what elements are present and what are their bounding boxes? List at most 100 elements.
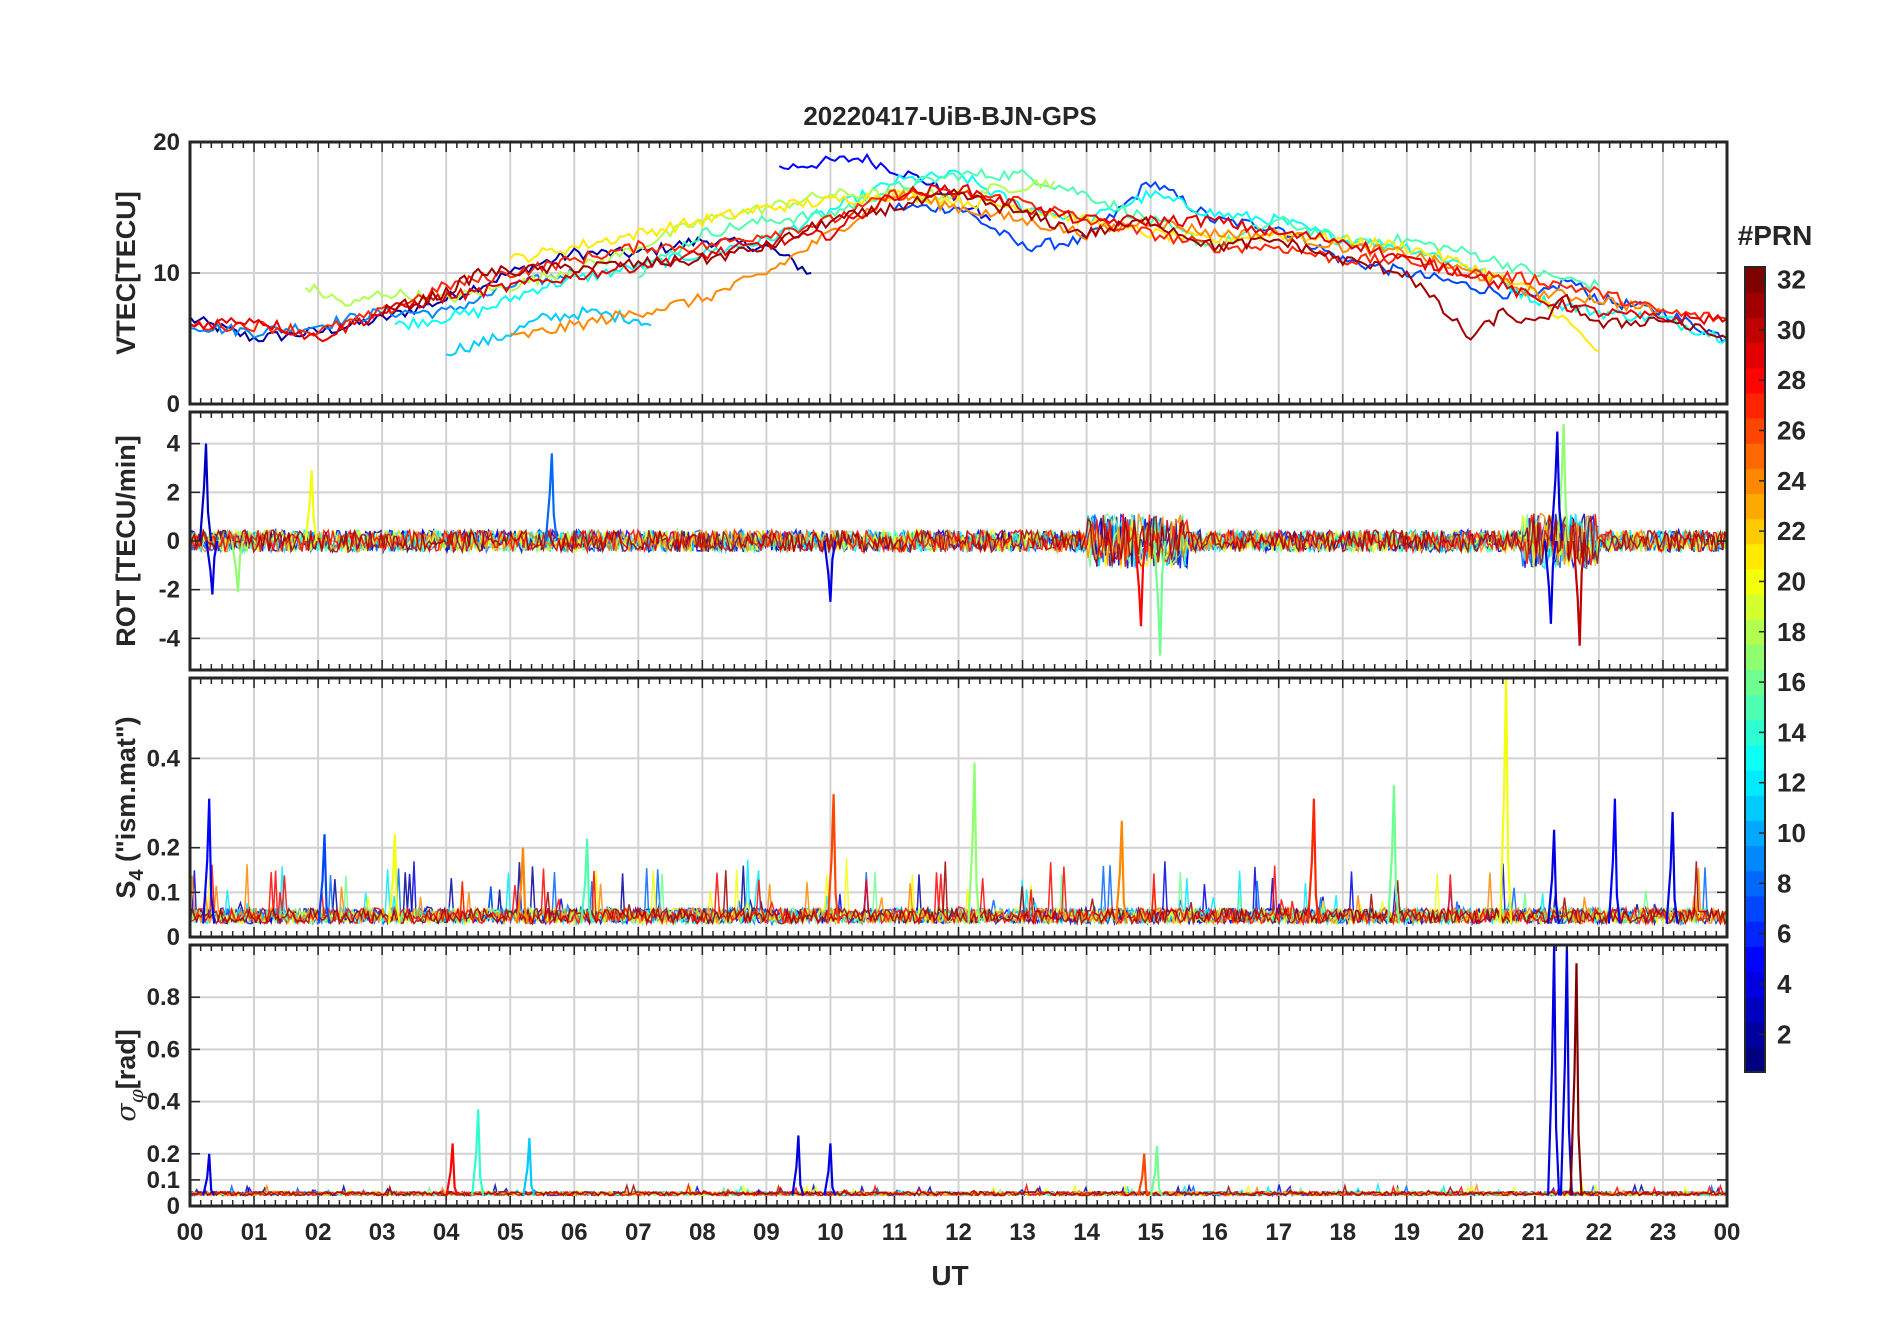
y-tick-label: 0.2 [147,1141,180,1168]
colorbar-tick-label: 26 [1777,416,1806,446]
colorbar-tick-label: 32 [1777,265,1806,295]
colorbar-swatch [1745,543,1765,570]
x-tick-label: 12 [945,1219,972,1246]
x-tick-label: 00 [1714,1219,1741,1246]
y-axis-label: VTEC[TECU] [111,191,141,355]
colorbar-swatch [1745,644,1765,671]
x-tick-label: 05 [497,1219,524,1246]
event-prn-17 [967,762,981,924]
colorbar-swatch [1745,392,1765,419]
colorbar-tick-label: 30 [1777,315,1806,345]
colorbar-swatch [1745,946,1765,972]
colorbar-tick-label: 14 [1777,717,1806,747]
colorbar: 2468101214161820222426283032#PRN [1738,220,1813,1073]
x-tick-label: 08 [689,1219,716,1246]
event-prn-11 [522,1138,536,1196]
x-tick-label: 17 [1265,1219,1292,1246]
event-prn-20 [1499,678,1513,924]
event-prn-14 [471,1109,485,1196]
y-tick-label: 0.4 [147,1089,181,1116]
colorbar-swatch [1745,342,1765,369]
colorbar-swatch [1745,996,1765,1023]
panel-vtec: 0 10 20 VTEC[TECU] [111,129,1729,418]
event-prn-4 [1665,811,1679,924]
colorbar-tick-label: 4 [1777,969,1792,999]
x-tick-label: 21 [1522,1219,1549,1246]
chart-title: 20220417-UiB-BJN-GPS [803,101,1096,131]
panel-s4: 0 0.1 0.2 0.4S4 ("ism.mat") [111,676,1729,951]
y-tick-label: 0 [167,391,180,418]
colorbar-label: #PRN [1738,220,1813,251]
event-prn-26 [1137,1153,1151,1197]
colorbar-swatch [1745,694,1765,721]
event-prn-4 [1547,945,1561,1196]
x-tick-label: 15 [1137,1219,1164,1246]
event-prn-4 [205,540,219,595]
event-prn-17 [230,540,245,593]
event-prn-5 [202,798,216,924]
y-tick-label: 0.1 [147,1167,180,1194]
x-tick-label: 03 [369,1219,396,1246]
x-tick-label: 19 [1393,1219,1420,1246]
x-tick-label: 06 [561,1219,588,1246]
colorbar-swatch [1745,493,1765,520]
x-tick-label: 16 [1201,1219,1228,1246]
y-tick-label: 0.8 [147,984,180,1011]
y-tick-label: 10 [153,260,180,287]
y-tick-label: 0.2 [147,835,180,862]
colorbar-tick-label: 6 [1777,919,1791,949]
y-tick-label: 0.6 [147,1036,180,1063]
x-tick-label: 10 [817,1219,844,1246]
x-tick-label: 04 [433,1219,460,1246]
colorbar-tick-label: 2 [1777,1019,1791,1049]
x-tick-label: 13 [1009,1219,1036,1246]
colorbar-tick-label: 10 [1777,818,1806,848]
colorbar-tick-label: 20 [1777,566,1806,596]
colorbar-swatch [1745,795,1765,822]
panels: 01020VTEC[TECU]-4-2024ROT [TECU/min]00.1… [111,129,1729,1220]
colorbar-tick-label: 12 [1777,768,1806,798]
y-axis-label: ROT [TECU/min] [111,435,141,646]
colorbar-tick-label: 16 [1777,667,1806,697]
y-tick-label: 0.1 [147,879,180,906]
event-prn-8 [544,453,558,542]
event-prn-26 [826,794,840,924]
colorbar-swatch [1745,744,1765,771]
colorbar-swatch [1745,1046,1765,1073]
grid [190,945,1727,1206]
event-prn-28 [445,1143,459,1196]
y-tick-label: 4 [167,431,181,458]
y-tick-label: 0 [167,924,180,951]
colorbar-swatch [1745,594,1765,620]
event-prn-4 [1559,945,1573,1196]
colorbar-tick-label: 22 [1777,516,1806,546]
colorbar-swatch [1745,895,1765,922]
y-tick-label: -2 [159,577,180,604]
x-tick-label: 07 [625,1219,652,1246]
x-tick-label: 02 [305,1219,332,1246]
x-tick-label: 11 [882,1219,907,1246]
y-tick-label: 0 [167,528,180,555]
series-prn-2 [190,236,812,343]
y-tick-label: 0.4 [147,745,181,772]
event-prn-27 [1306,798,1320,924]
x-tick-label: 22 [1586,1219,1613,1246]
colorbar-tick-label: 18 [1777,617,1806,647]
y-tick-label: 2 [167,479,180,506]
x-tick-label: 00 [177,1219,204,1246]
colorbar-tick-label: 24 [1777,466,1806,496]
event-prn-4 [791,1135,805,1196]
colorbar-swatch [1745,292,1765,318]
x-tick-label: 18 [1329,1219,1356,1246]
colorbar-swatch [1745,443,1765,469]
colorbar-tick-label: 28 [1777,365,1806,395]
x-axis-label: UT [931,1260,968,1291]
y-axis-label: S4 ("ism.mat") [111,716,148,898]
x-tick-label: 14 [1073,1219,1100,1246]
x-tick-label: 20 [1457,1219,1484,1246]
figure: 20220417-UiB-BJN-GPS 01020VTEC[TECU]-4-2… [111,101,1813,1291]
x-tick-label: 23 [1650,1219,1677,1246]
event-prn-4 [202,1153,216,1197]
y-tick-label: -4 [159,625,181,652]
panel-rot: -4 -2 0 2 4 ROT [TECU/min] [111,410,1729,672]
